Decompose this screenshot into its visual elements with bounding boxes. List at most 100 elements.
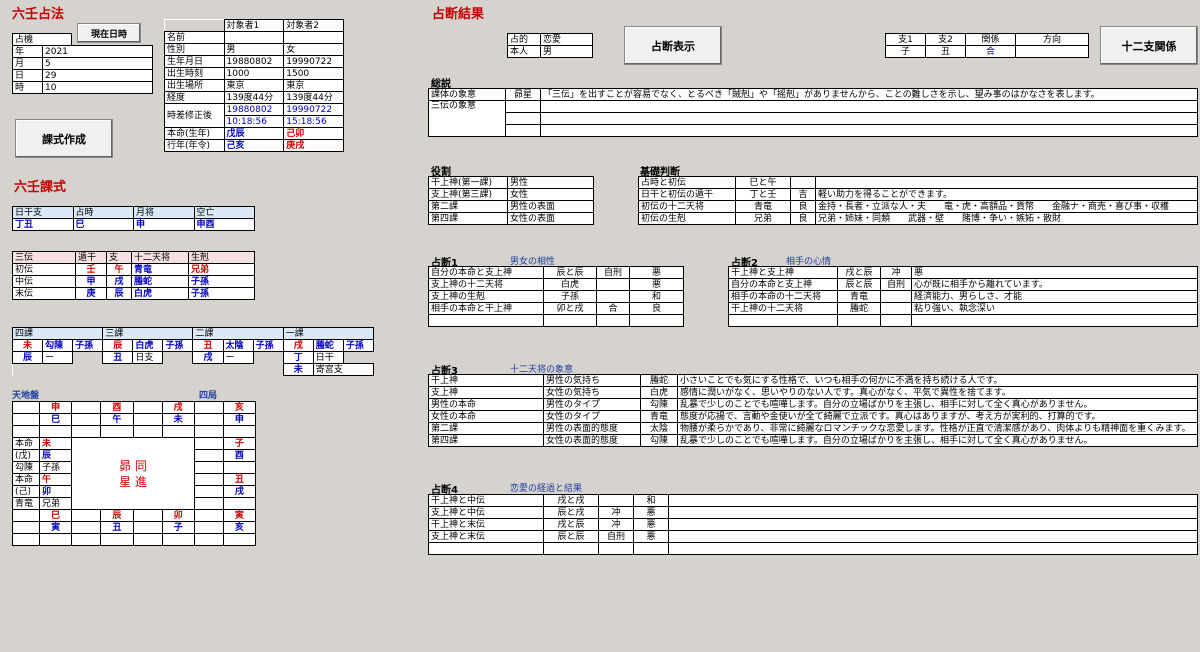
cell: 女性の表面的態度 [543,434,641,447]
table-row: 干上神 男性の気持ち 螣蛇 小さいことでも気にする性格で、いつも相手の何かに不満を持ち… [428,374,1198,387]
cell: ー [222,351,254,364]
person1-corrected-time: 10:18:56 [223,115,285,128]
cell: 酉 [100,401,134,414]
cell: 子孫 [162,339,194,352]
table-row: 日干と初伝の遁干 丁と壬吉軽い助力を得ることができます。 [638,188,1198,201]
cell: 壬 [75,263,107,276]
cell: 男性のタイプ [543,398,641,411]
create-kashiki-button[interactable]: 課式作成 [15,119,113,158]
cell: 女性の表面 [507,212,594,225]
cell: 悪 [629,278,684,291]
person1-gyonen: 己亥 [223,139,285,152]
show-result-button[interactable]: 占断表示 [624,26,722,65]
kashiki-table: 日干支 占時 月将 空亡 丁丑巳申申酉 [12,206,255,231]
sosetsu-table: 課体の象意 昴星 「三伝」を出すことが容易でなく、とるべき「賊剋」や「摇剋」がありま… [428,88,1198,137]
person1-birthdate[interactable]: 19880802 [223,55,285,68]
person2-birthtime[interactable]: 1500 [283,67,344,80]
table-row: 初伝の生剋 兄弟良兄弟・姉妹・同類 武器・壁 賭博・争い・嫉妬・散財 [638,212,1198,225]
person2-birthplace[interactable]: 東京 [283,79,344,92]
person1-gender[interactable]: 男 [223,43,285,56]
cell: 第二課 [428,200,508,213]
cell: 乱暴で少しのことでも喧嘩します。自分の立場ばかりを主張し、相手に対して全く真心が… [677,434,1198,447]
person2-name[interactable] [283,31,344,44]
relation-header: 関係 [965,33,1016,46]
cell: 自分の本命と支上神 [428,266,544,279]
shi1-header: 支1 [885,33,926,46]
year-input[interactable]: 2021 [42,45,153,58]
cell: 兄弟・姉妹・同類 武器・壁 賭博・争い・嫉妬・散財 [815,212,1198,225]
birthdate-label: 生年月日 [164,55,225,68]
table-row: 占時と初伝 巳と午 [638,176,1198,189]
cell: 卯 [38,485,73,498]
cell [880,302,912,315]
cell: 男性 [507,176,594,189]
cell: 良 [629,302,684,315]
cell: 男性の気持ち [543,374,641,387]
cell: 第二課 [428,422,544,435]
self-value[interactable]: 男 [540,45,593,58]
cell: 申 [222,413,257,426]
person2-gender[interactable]: 女 [283,43,344,56]
person2-longitude[interactable]: 139度44分 [283,91,344,104]
person1-name[interactable] [223,31,285,44]
cell: 支上神の十二天将 [428,278,544,291]
shi2-value[interactable]: 丑 [925,45,966,58]
cell: 第四課 [428,434,544,447]
cell: 冲 [598,506,634,519]
sen3-table: 干上神 男性の気持ち 螣蛇 小さいことでも気にする性格で、いつも相手の何かに不満を持ち… [428,374,1198,447]
cell: 寄宮支 [312,363,375,376]
person1-birthtime[interactable]: 1000 [223,67,285,80]
cell: 干上神の十二天将 [728,302,838,315]
shi1-value[interactable]: 子 [885,45,926,58]
now-datetime-button[interactable]: 現在日時 [77,23,141,43]
table-row: 課体の象意 昴星 「三伝」を出すことが容易でなく、とるべき「賊剋」や「摇剋」がありま… [428,88,1198,101]
cell: 寅 [38,521,73,534]
cell: 辰と戌 [543,506,599,519]
cell: 甲 [75,275,107,288]
purpose-value[interactable]: 恋愛 [540,33,593,46]
nikkanshi-value: 丁丑 [12,218,74,231]
cell: 支上神 [428,386,544,399]
time-correction-label: 時差修正後 [164,103,225,128]
person2-birthdate[interactable]: 19990722 [283,55,344,68]
cell: (己) [12,485,40,498]
shika1-header: 一課 [282,327,375,340]
table-row: 相手の本命の十二天将 青竜 経済能力、男らしさ、才能 [728,290,1198,303]
sen2-table: 干上神と支上神 戌と辰冲悪 自分の本命と支上神 辰と辰 自刑 心が既に相手から離れていま… [728,266,1198,327]
person1-longitude[interactable]: 139度44分 [223,91,285,104]
hour-input[interactable]: 10 [42,81,153,94]
gessho-value: 申 [133,218,195,231]
shika2-header: 二課 [192,327,284,340]
cell: 未 [161,413,195,426]
cell: 辰 [100,509,134,522]
person1-corrected-date: 19880802 [223,103,285,116]
cell: 男性の表面的態度 [543,422,641,435]
cell: 支上神(第三課) [428,188,508,201]
birthtime-label: 出生時刻 [164,67,225,80]
senji-label: 占時 [72,206,134,219]
day-input[interactable]: 29 [42,69,153,82]
day-label: 日 [12,69,43,82]
cell: 辰 [38,449,73,462]
table-row: 末伝庚辰白虎 子孫 [12,287,255,300]
person2-corrected-date: 19990722 [283,103,344,116]
honmei-label: 本命(生年) [164,127,225,140]
person1-birthplace[interactable]: 東京 [223,79,285,92]
tenchi-board: 申酉戌亥 巳午未申 本命未 昴 同 星 進 子 (戊) 辰酉 勾陳 子孫 本命午丑 … [12,401,257,546]
person1-header: 対象者1 [223,19,285,32]
cell: 丑 [102,351,134,364]
gender-label: 性別 [164,43,225,56]
table-row: 干上神(第一課) 男性 [428,176,594,189]
sen4-subtitle: 恋愛の経過と結果 [510,484,583,494]
cell: 辰と辰 [837,278,881,291]
shika-table: 四課 三課 二課 一課 未勾陳 子孫 辰白虎 子孫 丑太陰 子孫 戌螣蛇 子孫 辰ー 丑日支 … [11,327,375,376]
table-row: 第四課 女性の表面 [428,212,594,225]
zodiac-relation-button[interactable]: 十二支関係 [1100,26,1198,65]
month-input[interactable]: 5 [42,57,153,70]
cell: 亥 [222,521,257,534]
birthplace-label: 出生場所 [164,79,225,92]
cell: 子孫 [72,339,104,352]
gessho-label: 月将 [133,206,195,219]
cell: 青竜 [735,200,791,213]
kubo-value: 申酉 [193,218,255,231]
